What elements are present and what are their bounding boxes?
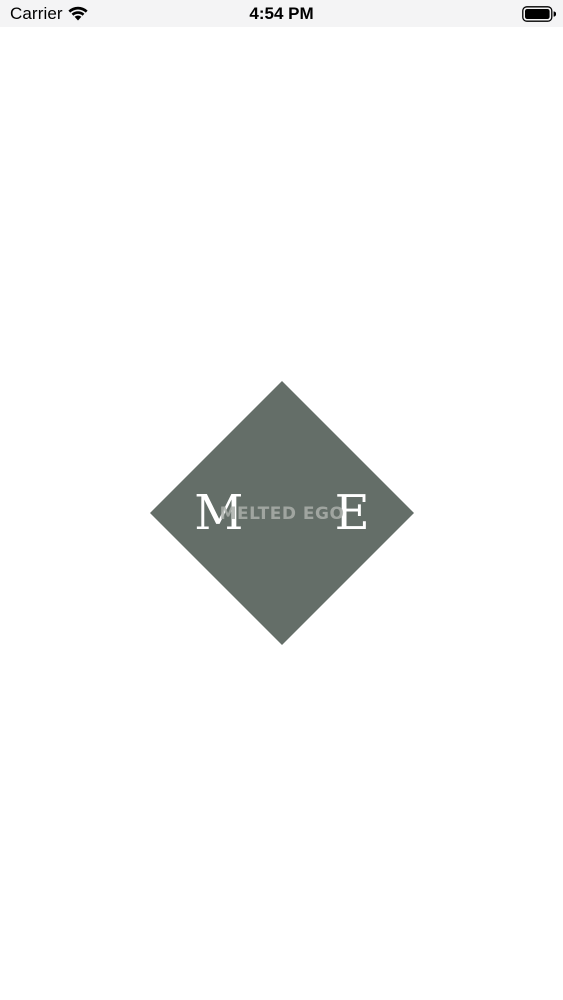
status-bar: Carrier 4:54 PM [0, 0, 563, 27]
status-time: 4:54 PM [249, 4, 314, 23]
launch-screen: Carrier 4:54 PM M E MELTED EGO [0, 0, 563, 1000]
logo-diamond [150, 381, 414, 645]
battery-icon [522, 6, 556, 22]
